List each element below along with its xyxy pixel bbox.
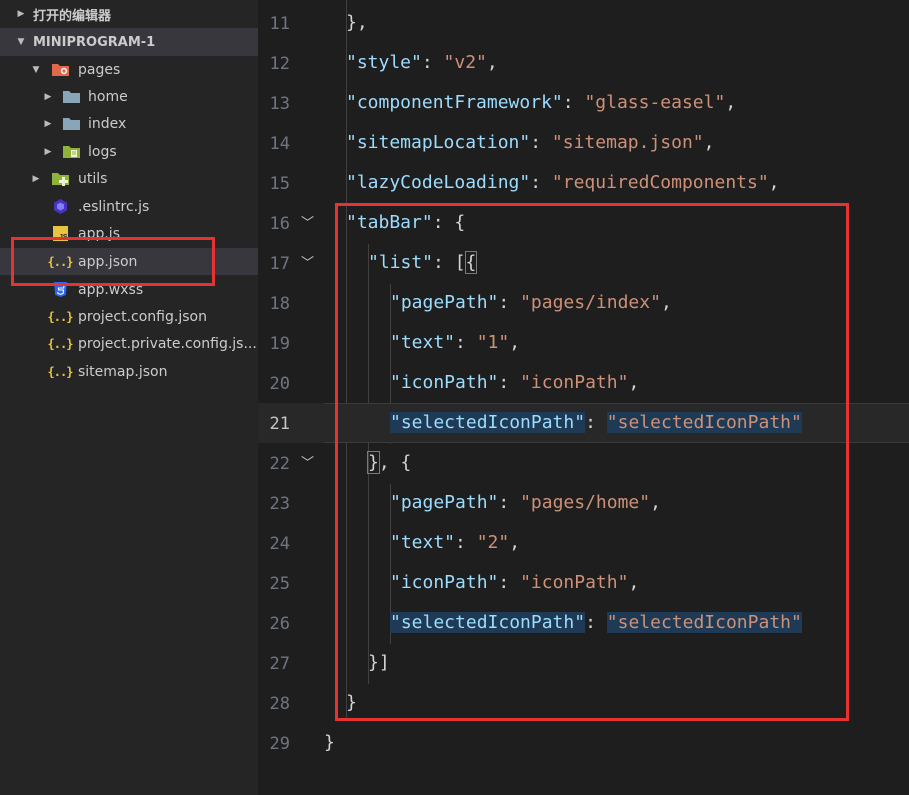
tree-item-eslintrc[interactable]: .eslintrc.js xyxy=(0,193,258,220)
eslint-icon xyxy=(50,198,70,216)
line-number: 27 xyxy=(269,654,290,674)
json-value: "glass-easel" xyxy=(584,92,726,113)
annotation-highlight-box xyxy=(335,203,849,721)
json-key: "sitemapLocation" xyxy=(346,132,531,153)
line-number: 19 xyxy=(269,334,290,354)
tree-item-sitemap[interactable]: {..} sitemap.json xyxy=(0,358,258,385)
json-key: "componentFramework" xyxy=(346,92,563,113)
annotation-highlight-box xyxy=(11,237,215,286)
code-line[interactable]: 12 "style": "v2", xyxy=(258,43,909,83)
json-value: "requiredComponents" xyxy=(551,172,769,193)
line-number: 16 xyxy=(269,214,290,234)
line-number: 23 xyxy=(269,494,290,514)
tree-item-index[interactable]: ▶ index xyxy=(0,110,258,137)
file-explorer-sidebar: ▶ 打开的编辑器 ▼ MINIPROGRAM-1 ▼ pages ▶ home … xyxy=(0,0,258,795)
code-line[interactable]: 13 "componentFramework": "glass-easel", xyxy=(258,83,909,123)
chevron-down-icon[interactable]: ▼ xyxy=(31,65,41,75)
tree-item-label: .eslintrc.js xyxy=(78,198,150,215)
fold-chevron-icon[interactable]: ﹀ xyxy=(301,212,315,231)
line-number: 22 xyxy=(269,454,290,474)
json-value: "v2" xyxy=(443,52,487,73)
chevron-right-icon[interactable]: ▶ xyxy=(31,174,41,184)
line-number: 26 xyxy=(269,614,290,634)
line-number: 18 xyxy=(269,294,290,314)
tree-item-label: pages xyxy=(78,61,121,78)
json-file-icon: {..} xyxy=(47,309,74,324)
tree-item-label: index xyxy=(88,115,127,132)
tree-item-utils[interactable]: ▶ utils xyxy=(0,165,258,192)
json-value: "sitemap.json" xyxy=(551,132,704,153)
json-key: "style" xyxy=(346,52,422,73)
chevron-right-icon[interactable]: ▶ xyxy=(43,119,53,129)
fold-chevron-icon[interactable]: ﹀ xyxy=(301,252,315,271)
folder-icon xyxy=(61,88,81,106)
chevron-right-icon[interactable]: ▶ xyxy=(16,9,26,19)
line-number: 20 xyxy=(269,374,290,394)
folder-icon xyxy=(61,115,81,133)
code-line[interactable]: 14 "sitemapLocation": "sitemap.json", xyxy=(258,123,909,163)
folder-open-icon xyxy=(50,61,70,79)
line-number: 24 xyxy=(269,534,290,554)
line-number: 21 xyxy=(269,414,290,434)
line-number: 13 xyxy=(269,94,290,114)
code-line[interactable]: 11 }, xyxy=(258,3,909,43)
folder-utils-icon xyxy=(50,170,70,188)
tree-item-project-config[interactable]: {..} project.config.json xyxy=(0,303,258,330)
tree-item-pages[interactable]: ▼ pages xyxy=(0,56,258,83)
tree-item-label: sitemap.json xyxy=(78,363,168,380)
tree-item-logs[interactable]: ▶ logs xyxy=(0,138,258,165)
code-line[interactable]: 15 "lazyCodeLoading": "requiredComponent… xyxy=(258,163,909,203)
chevron-right-icon[interactable]: ▶ xyxy=(43,92,53,102)
project-section[interactable]: ▼ MINIPROGRAM-1 xyxy=(0,28,258,56)
line-number: 29 xyxy=(269,734,290,754)
folder-logs-icon xyxy=(61,143,81,161)
tree-item-label: utils xyxy=(78,170,108,187)
line-number: 12 xyxy=(269,54,290,74)
project-label: MINIPROGRAM-1 xyxy=(33,34,156,50)
json-file-icon: {..} xyxy=(47,364,74,379)
json-file-icon: {..} xyxy=(47,336,74,351)
chevron-down-icon[interactable]: ▼ xyxy=(16,37,26,47)
fold-chevron-icon[interactable]: ﹀ xyxy=(301,452,315,471)
line-number: 14 xyxy=(269,134,290,154)
tree-item-project-private-config[interactable]: {..} project.private.config.js... xyxy=(0,330,258,357)
line-number: 17 xyxy=(269,254,290,274)
open-editors-section[interactable]: ▶ 打开的编辑器 xyxy=(0,0,258,28)
open-editors-label: 打开的编辑器 xyxy=(33,8,112,24)
code-line[interactable]: 29 } xyxy=(258,723,909,763)
bottom-panel-edge xyxy=(258,778,909,795)
code-token: }, xyxy=(346,12,368,33)
line-number: 15 xyxy=(269,174,290,194)
chevron-right-icon[interactable]: ▶ xyxy=(43,147,53,157)
tree-item-label: logs xyxy=(88,143,117,160)
tree-item-label: home xyxy=(88,88,128,105)
tree-item-label: project.private.config.js... xyxy=(78,335,257,352)
tree-item-home[interactable]: ▶ home xyxy=(0,83,258,110)
line-number: 25 xyxy=(269,574,290,594)
line-number: 28 xyxy=(269,694,290,714)
tree-item-label: project.config.json xyxy=(78,308,207,325)
json-key: "lazyCodeLoading" xyxy=(346,172,531,193)
line-number: 11 xyxy=(269,14,290,34)
